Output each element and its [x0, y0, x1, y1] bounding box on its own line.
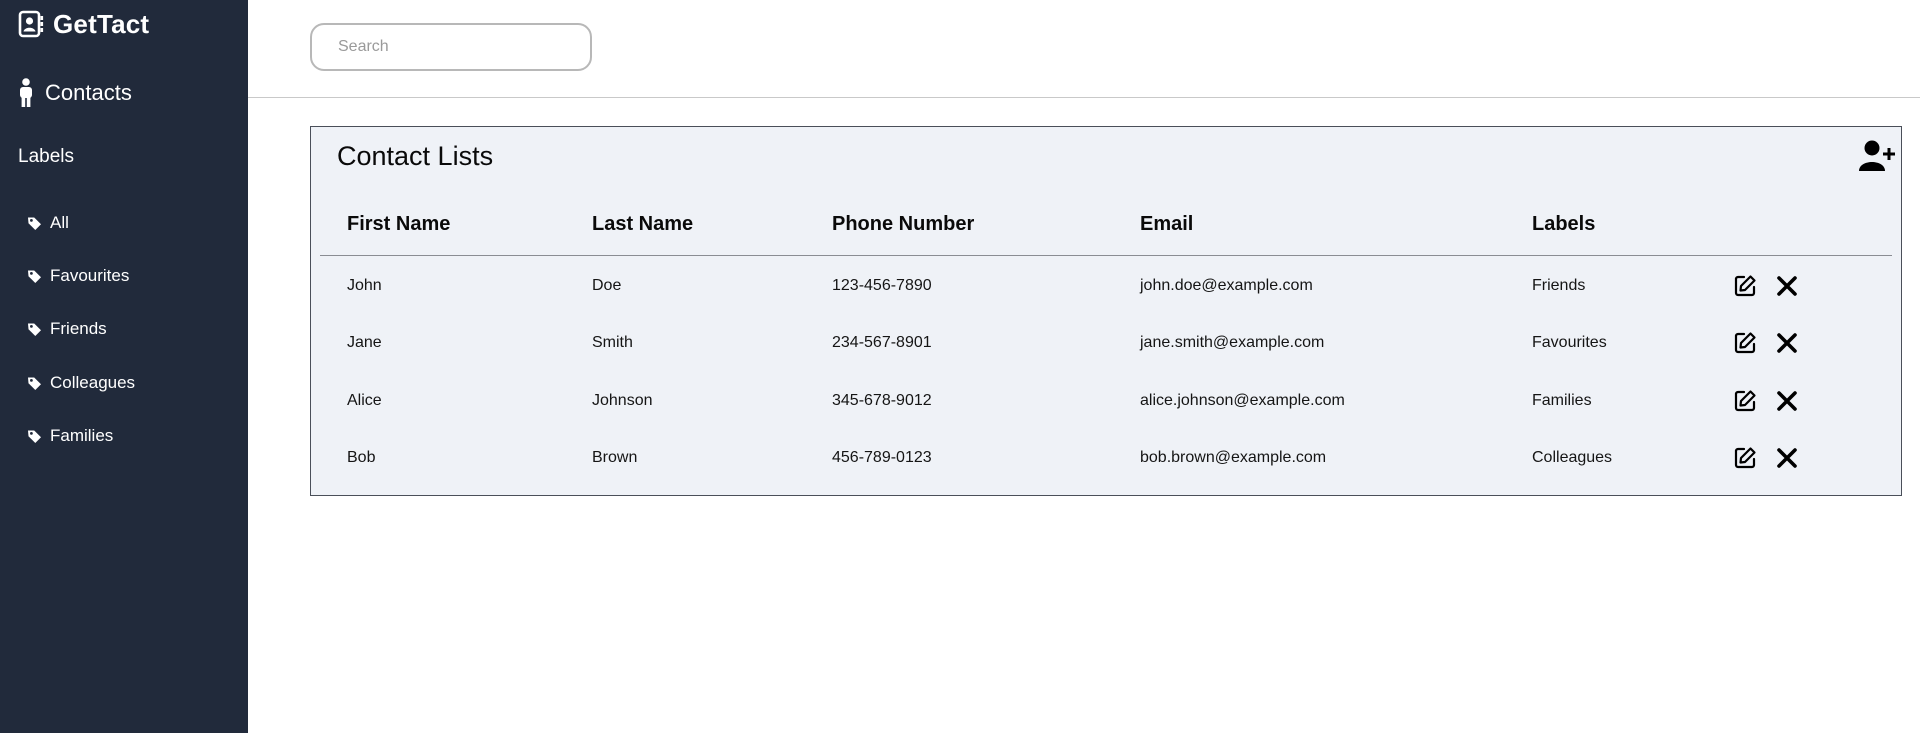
email-cell: alice.johnson@example.com: [1140, 392, 1345, 409]
table-row: Jane Smith 234-567-8901 jane.smith@examp…: [311, 324, 1901, 364]
table-row: Bob Brown 456-789-0123 bob.brown@example…: [311, 439, 1901, 479]
phone-cell: 123-456-7890: [832, 277, 932, 294]
close-icon[interactable]: [1774, 272, 1800, 300]
label-cell: Families: [1532, 392, 1592, 409]
close-icon[interactable]: [1774, 329, 1800, 357]
brand[interactable]: GetTact: [18, 8, 149, 40]
page-title: Contact Lists: [337, 141, 494, 171]
sidebar-item-colleagues[interactable]: Colleagues: [27, 371, 135, 395]
label-cell: Favourites: [1532, 334, 1607, 351]
email-cell: jane.smith@example.com: [1140, 334, 1325, 351]
tag-icon: [27, 322, 42, 337]
email-cell: john.doe@example.com: [1140, 277, 1313, 294]
tag-icon: [27, 269, 42, 284]
last-name-cell: Johnson: [592, 392, 653, 409]
header-divider: [248, 97, 1920, 98]
last-name-cell: Smith: [592, 334, 633, 351]
email-cell: bob.brown@example.com: [1140, 449, 1327, 466]
edit-icon[interactable]: [1732, 329, 1758, 357]
table-header-divider: [320, 255, 1892, 256]
first-name-cell: Alice: [347, 392, 382, 409]
brand-name: GetTact: [53, 8, 150, 39]
sidebar-item-families[interactable]: Families: [27, 424, 113, 448]
first-name-cell: Bob: [347, 449, 376, 466]
sidebar-item-friends[interactable]: Friends: [27, 317, 107, 341]
sidebar-item-label: All: [50, 213, 69, 232]
column-header-email: Email: [1140, 213, 1194, 235]
column-header-labels: Labels: [1532, 213, 1596, 235]
last-name-cell: Doe: [592, 277, 622, 294]
add-user-icon[interactable]: [1859, 139, 1895, 173]
close-icon[interactable]: [1774, 444, 1800, 472]
sidebar: GetTact Contacts Labels All Favourites F…: [0, 0, 248, 733]
column-header-first-name: First Name: [347, 213, 451, 235]
sidebar-item-label: Favourites: [50, 266, 130, 285]
sidebar-item-favourites[interactable]: Favourites: [27, 264, 129, 288]
phone-cell: 234-567-8901: [832, 334, 932, 351]
edit-icon[interactable]: [1732, 272, 1758, 300]
first-name-cell: Jane: [347, 334, 382, 351]
contact-lists-panel: Contact Lists First Name Last Name Phone…: [310, 126, 1902, 496]
phone-cell: 345-678-9012: [832, 392, 932, 409]
address-book-icon: [18, 10, 44, 38]
edit-icon[interactable]: [1732, 444, 1758, 472]
table-row: John Doe 123-456-7890 john.doe@example.c…: [311, 267, 1901, 307]
column-header-phone-number: Phone Number: [832, 213, 975, 235]
person-icon: [16, 78, 36, 108]
close-icon[interactable]: [1774, 387, 1800, 415]
labels-heading: Labels: [18, 146, 74, 167]
sidebar-item-label: Families: [50, 426, 114, 445]
sidebar-item-contacts[interactable]: Contacts: [16, 77, 132, 109]
column-header-last-name: Last Name: [592, 213, 694, 235]
tag-icon: [27, 429, 42, 444]
table-row: Alice Johnson 345-678-9012 alice.johnson…: [311, 382, 1901, 422]
sidebar-item-label: Friends: [50, 319, 107, 338]
last-name-cell: Brown: [592, 449, 638, 466]
first-name-cell: John: [347, 277, 382, 294]
tag-icon: [27, 376, 42, 391]
phone-cell: 456-789-0123: [832, 449, 932, 466]
sidebar-item-all[interactable]: All: [27, 211, 69, 235]
search-input[interactable]: [310, 23, 592, 71]
sidebar-item-label: Contacts: [45, 80, 132, 105]
label-cell: Friends: [1532, 277, 1586, 294]
edit-icon[interactable]: [1732, 387, 1758, 415]
tag-icon: [27, 216, 42, 231]
sidebar-item-label: Colleagues: [50, 373, 136, 392]
label-cell: Colleagues: [1532, 449, 1613, 466]
